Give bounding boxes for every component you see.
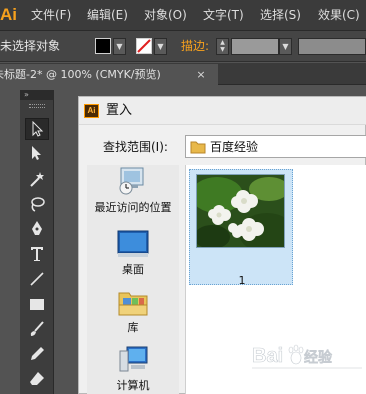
pen-tool[interactable] bbox=[25, 218, 49, 240]
rectangle-tool[interactable] bbox=[25, 293, 49, 315]
document-tab[interactable]: 未标题-2* @ 100% (CMYK/预览) bbox=[0, 64, 218, 85]
control-bar: 未选择对象 ▼ ▼ 描边: ▲ ▼ ▼ bbox=[0, 31, 366, 62]
places-bar: 最近访问的位置 桌面 库 计算机 bbox=[87, 165, 179, 394]
file-name: 1 bbox=[238, 274, 246, 287]
look-in-label: 查找范围(I): bbox=[103, 140, 168, 154]
dialog-title: 置入 bbox=[106, 103, 133, 118]
direct-selection-tool[interactable] bbox=[25, 143, 49, 165]
direct-selection-icon bbox=[32, 146, 41, 160]
place-libraries[interactable]: 库 bbox=[87, 287, 179, 339]
illustrator-app-icon: Ai bbox=[84, 104, 99, 118]
document-tab-bar: 未标题-2* @ 100% (CMYK/预览) × bbox=[0, 63, 366, 85]
desktop-icon bbox=[117, 230, 149, 257]
stroke-color-swatch[interactable] bbox=[136, 38, 152, 54]
variable-width-profile[interactable] bbox=[298, 38, 366, 55]
lasso-tool[interactable] bbox=[25, 193, 49, 215]
pencil-tool[interactable] bbox=[25, 343, 49, 365]
place-computer-label: 计算机 bbox=[116, 379, 150, 392]
dialog-title-bar[interactable]: Ai 置入 bbox=[79, 97, 366, 125]
paintbrush-icon bbox=[30, 321, 44, 336]
place-recent[interactable]: 最近访问的位置 bbox=[87, 165, 179, 221]
line-segment-icon bbox=[30, 272, 44, 286]
eraser-tool[interactable] bbox=[25, 368, 49, 390]
close-tab-button[interactable]: × bbox=[193, 64, 209, 85]
paintbrush-tool[interactable] bbox=[25, 318, 49, 340]
menu-bar: Ai 文件(F) 编辑(E) 对象(O) 文字(T) 选择(S) 效果(C) bbox=[0, 0, 366, 31]
type-tool[interactable] bbox=[25, 243, 49, 265]
svg-text:Bai: Bai bbox=[252, 345, 283, 367]
libraries-icon bbox=[118, 292, 148, 316]
svg-text:经验: 经验 bbox=[304, 349, 333, 365]
line-tool[interactable] bbox=[25, 268, 49, 290]
rectangle-icon bbox=[30, 299, 44, 310]
look-in-value: 百度经验 bbox=[210, 140, 259, 154]
type-icon bbox=[31, 247, 43, 261]
pencil-icon bbox=[31, 347, 44, 360]
panel-grip-handle[interactable] bbox=[29, 104, 45, 108]
stroke-label: 描边: bbox=[181, 39, 210, 53]
tools-panel: » bbox=[20, 90, 54, 394]
stroke-weight-stepper[interactable]: ▲ ▼ bbox=[216, 38, 229, 55]
file-thumbnail bbox=[196, 174, 285, 248]
menu-file[interactable]: 文件(F) bbox=[31, 7, 71, 23]
none-color-icon bbox=[137, 39, 151, 53]
menu-object[interactable]: 对象(O) bbox=[144, 7, 187, 23]
folder-icon bbox=[190, 141, 206, 154]
recent-places-icon bbox=[119, 167, 144, 195]
baidu-watermark-logo: Bai 经验 bbox=[252, 336, 364, 376]
menu-type[interactable]: 文字(T) bbox=[203, 7, 244, 23]
stroke-weight-dropdown[interactable]: ▼ bbox=[279, 38, 292, 55]
menu-edit[interactable]: 编辑(E) bbox=[87, 7, 128, 23]
look-in-dropdown[interactable]: 百度经验 bbox=[185, 135, 366, 158]
app-logo: Ai bbox=[0, 5, 16, 24]
computer-icon bbox=[119, 346, 148, 372]
collapse-panel-icon[interactable]: » bbox=[24, 90, 29, 99]
fill-dropdown[interactable]: ▼ bbox=[113, 38, 126, 55]
pen-icon bbox=[32, 221, 42, 235]
magic-wand-tool[interactable] bbox=[25, 168, 49, 190]
stroke-weight-field[interactable] bbox=[231, 38, 279, 55]
illustrator-window: Ai 文件(F) 编辑(E) 对象(O) 文字(T) 选择(S) 效果(C) 未… bbox=[0, 0, 366, 394]
place-libraries-label: 库 bbox=[127, 321, 139, 334]
place-computer[interactable]: 计算机 bbox=[87, 345, 179, 394]
lasso-icon bbox=[31, 197, 45, 212]
place-desktop[interactable]: 桌面 bbox=[87, 229, 179, 281]
place-desktop-label: 桌面 bbox=[122, 263, 144, 276]
stroke-dropdown[interactable]: ▼ bbox=[154, 38, 167, 55]
file-item[interactable]: 1 bbox=[189, 169, 293, 287]
baidu-paw-icon: Bai 经验 bbox=[252, 344, 362, 369]
document-tab-title: 未标题-2* @ 100% (CMYK/预览) bbox=[0, 68, 161, 81]
menu-select[interactable]: 选择(S) bbox=[260, 7, 301, 23]
selection-arrow-icon bbox=[32, 121, 44, 137]
place-recent-label: 最近访问的位置 bbox=[94, 201, 172, 214]
selection-status: 未选择对象 bbox=[0, 39, 61, 53]
magic-wand-icon bbox=[30, 172, 44, 187]
tools-panel-header[interactable]: » bbox=[20, 90, 54, 100]
white-flowers-photo bbox=[197, 175, 284, 247]
menu-effect[interactable]: 效果(C) bbox=[318, 7, 360, 23]
fill-color-swatch[interactable] bbox=[95, 38, 111, 54]
selection-tool[interactable] bbox=[25, 118, 49, 140]
eraser-icon bbox=[30, 372, 44, 385]
